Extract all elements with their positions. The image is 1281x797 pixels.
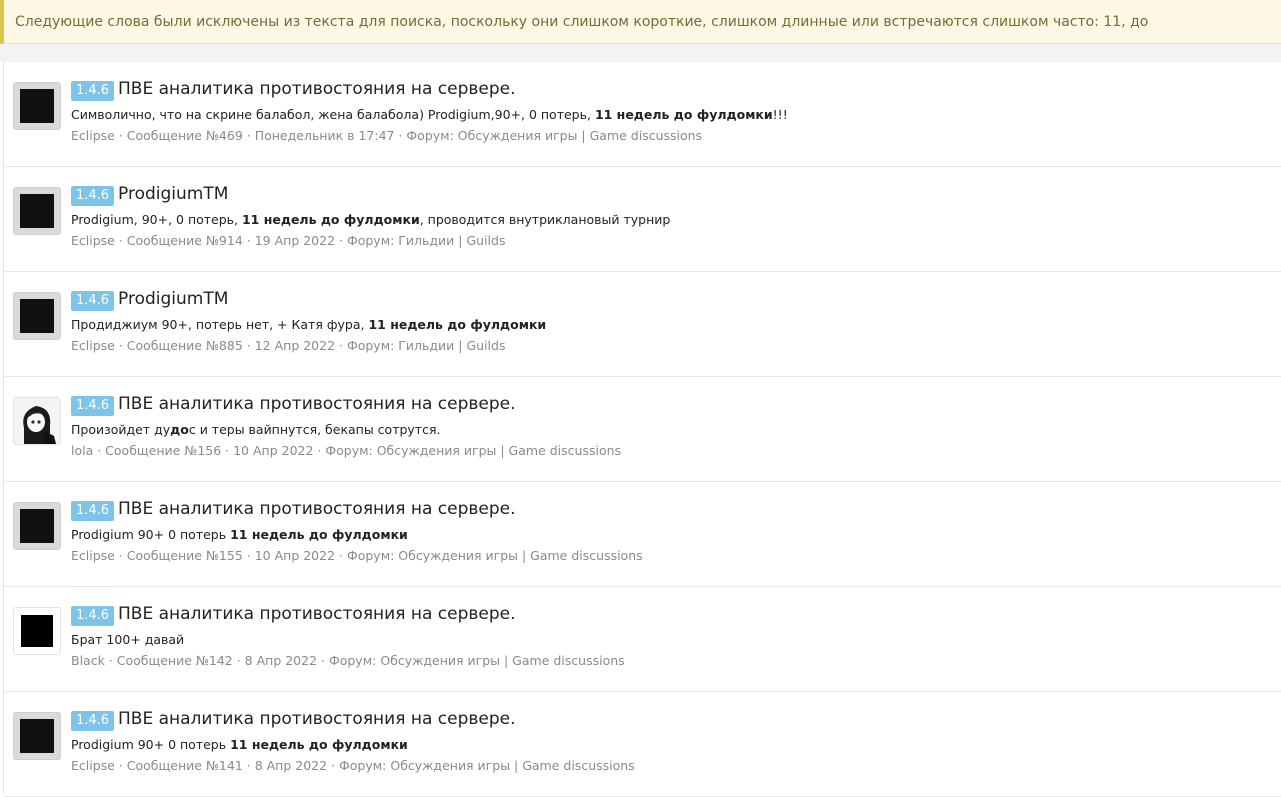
post-meta[interactable]: lola · Сообщение №156 · 10 Апр 2022 · Фо… (71, 443, 621, 458)
thread-title-link[interactable]: ПВЕ аналитика противостояния на сервере. (118, 604, 516, 624)
post-meta[interactable]: Eclipse · Сообщение №469 · Понедельник в… (71, 128, 702, 143)
search-results-list: 1.4.6 ПВЕ аналитика противостояния на се… (3, 62, 1281, 797)
post-snippet: Prodigium, 90+, 0 потерь, 11 недель до ф… (71, 212, 671, 227)
version-badge[interactable]: 1.4.6 (71, 396, 115, 416)
post-meta[interactable]: Black · Сообщение №142 · 8 Апр 2022 · Фо… (71, 653, 625, 668)
thread-title-link[interactable]: ProdigiumTM (118, 184, 228, 204)
separator (0, 44, 1281, 62)
post-meta[interactable]: Eclipse · Сообщение №141 · 8 Апр 2022 · … (71, 758, 635, 773)
post-meta[interactable]: Eclipse · Сообщение №155 · 10 Апр 2022 ·… (71, 548, 643, 563)
thread-title-link[interactable]: ПВЕ аналитика противостояния на сервере. (118, 709, 516, 729)
anime-girl-avatar-icon (23, 406, 56, 444)
thread-title-link[interactable]: ПВЕ аналитика противостояния на сервере. (118, 79, 516, 99)
search-result-item[interactable]: 1.4.6 ПВЕ аналитика противостояния на се… (4, 377, 1281, 482)
version-badge[interactable]: 1.4.6 (71, 291, 115, 311)
user-avatar[interactable] (13, 712, 61, 760)
post-meta[interactable]: Eclipse · Сообщение №885 · 12 Апр 2022 ·… (71, 338, 505, 353)
version-badge[interactable]: 1.4.6 (71, 606, 115, 626)
user-avatar[interactable] (13, 187, 61, 235)
user-avatar[interactable] (13, 292, 61, 340)
thread-title-link[interactable]: ПВЕ аналитика противостояния на сервере. (118, 394, 516, 414)
search-result-item[interactable]: 1.4.6 ProdigiumTM Продиджиум 90+, потерь… (4, 272, 1281, 377)
post-snippet: Символично, что на скрине балабол, жена … (71, 107, 788, 122)
search-result-item[interactable]: 1.4.6 ПВЕ аналитика противостояния на се… (4, 692, 1281, 797)
post-snippet: Брат 100+ давай (71, 632, 185, 647)
user-avatar[interactable] (13, 82, 61, 130)
version-badge[interactable]: 1.4.6 (71, 711, 115, 731)
thread-title-link[interactable]: ПВЕ аналитика противостояния на сервере. (118, 499, 516, 519)
search-notice: Следующие слова были исключены из текста… (0, 0, 1281, 44)
search-notice-text: Следующие слова были исключены из текста… (15, 14, 1149, 30)
user-avatar[interactable] (13, 607, 61, 655)
post-snippet: Prodigium 90+ 0 потерь 11 недель до фулд… (71, 527, 408, 542)
post-meta[interactable]: Eclipse · Сообщение №914 · 19 Апр 2022 ·… (71, 233, 505, 248)
search-result-item[interactable]: 1.4.6 ПВЕ аналитика противостояния на се… (4, 482, 1281, 587)
search-result-item[interactable]: 1.4.6 ПВЕ аналитика противостояния на се… (4, 62, 1281, 167)
version-badge[interactable]: 1.4.6 (71, 186, 115, 206)
search-result-item[interactable]: 1.4.6 ПВЕ аналитика противостояния на се… (4, 587, 1281, 692)
thread-title-link[interactable]: ProdigiumTM (118, 289, 228, 309)
version-badge[interactable]: 1.4.6 (71, 81, 115, 101)
user-avatar[interactable] (13, 397, 61, 445)
post-snippet: Произойдет дудос и теры вайпнутся, бекап… (71, 422, 441, 437)
user-avatar[interactable] (13, 502, 61, 550)
post-snippet: Продиджиум 90+, потерь нет, + Катя фура,… (71, 317, 547, 332)
post-snippet: Prodigium 90+ 0 потерь 11 недель до фулд… (71, 737, 408, 752)
search-result-item[interactable]: 1.4.6 ProdigiumTM Prodigium, 90+, 0 поте… (4, 167, 1281, 272)
version-badge[interactable]: 1.4.6 (71, 501, 115, 521)
